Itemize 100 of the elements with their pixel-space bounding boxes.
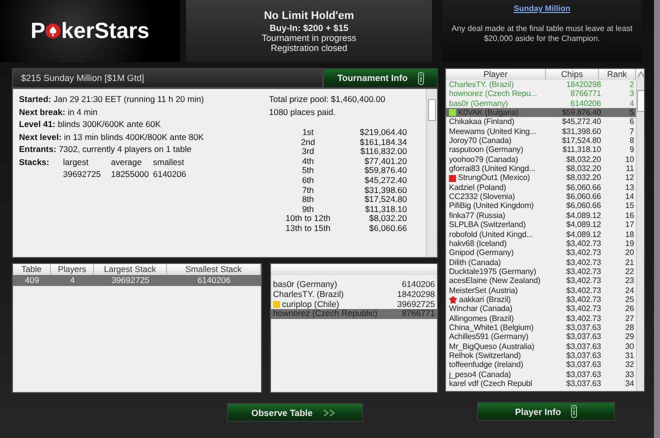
- prize-place: 9th: [302, 204, 314, 214]
- prize-amount: $219,064.40: [358, 128, 407, 138]
- column-header[interactable]: Chips: [546, 69, 599, 80]
- registration-status: Registration closed: [270, 42, 348, 52]
- player-row[interactable]: j_peso4 (Canada) $3,037.63 33: [446, 370, 636, 379]
- player-rank: 23: [624, 276, 635, 286]
- player-rank: 28: [624, 322, 635, 332]
- player-row[interactable]: PifiBig (United Kingdom) $6,060.66 15: [446, 201, 636, 211]
- prize-amount: $31,398.60: [363, 186, 407, 196]
- player-chips: 8766771: [554, 89, 604, 99]
- player-row[interactable]: Meewams (United King... $31,398.60 7: [446, 126, 636, 136]
- player-rank: 19: [624, 238, 635, 248]
- prize-place: 3rd: [300, 147, 316, 157]
- stack-heading: average: [111, 156, 143, 168]
- player-row[interactable]: robofold (United Kingd... $4,089.12 18: [446, 230, 636, 239]
- player-row[interactable]: Achilles591 (Germany) $3,037.63 29: [446, 332, 636, 342]
- prize-amount: $77,401.20: [363, 156, 407, 166]
- player-chips: $3,037.63: [554, 342, 604, 351]
- player-rank: 31: [624, 350, 635, 360]
- player-rank: 11: [624, 164, 635, 174]
- player-rank: 20: [624, 248, 635, 258]
- player-row[interactable]: acesElaine (New Zealand) $3,402.73 23: [446, 276, 636, 286]
- player-row[interactable]: Kadziel (Poland) $6,060.66 13: [446, 182, 636, 192]
- prize-amount: $8,032.20: [369, 214, 407, 224]
- player-row[interactable]: Mr_BigQueso (Australia) $3,037.63 30: [446, 342, 636, 351]
- player-row[interactable]: yoohoo79 (Canada) $8,032.20 10: [446, 154, 636, 164]
- player-row[interactable]: China_White1 (Belgium) $3,037.63 28: [446, 322, 636, 332]
- tournament-link[interactable]: Sunday Million: [514, 4, 570, 14]
- player-row[interactable]: Winchar (Canada) $3,402.73 26: [446, 304, 636, 314]
- player-row[interactable]: MeisterSet (Austria) $3,402.73 24: [446, 286, 636, 295]
- player-name: PifiBig (United Kingdom): [449, 201, 534, 211]
- player-row[interactable]: gforrai83 (United Kingd... $8,032.20 11: [446, 164, 636, 174]
- column-header[interactable]: Player: [446, 69, 546, 80]
- info-icon: [571, 405, 577, 418]
- player-row[interactable]: Gnipod (Germany) $3,402.73 20: [446, 248, 636, 258]
- player-row[interactable]: SLPLBA (Switzerland) $4,089.12 17: [446, 220, 636, 230]
- player-chips: $3,402.73: [554, 276, 604, 286]
- player-chips: $6,060.66: [554, 201, 604, 211]
- tournament-info-button[interactable]: Tournament Info: [323, 68, 438, 88]
- player-name: Winchar (Canada): [449, 304, 512, 314]
- prize-amount: $45,272.40: [363, 176, 407, 186]
- player-info-button[interactable]: Player Info: [477, 402, 615, 421]
- table-player-row[interactable]: curiplop (Chile) 39692725: [271, 300, 437, 310]
- scrollbar[interactable]: [426, 89, 437, 257]
- player-row[interactable]: hakv68 (Iceland) $3,402.73 19: [446, 238, 636, 248]
- observe-table-button[interactable]: Observe Table: [227, 403, 363, 422]
- player-row[interactable]: Relhok (Switzerland) $3,037.63 31: [446, 350, 636, 360]
- player-name: yoohoo79 (Canada): [449, 154, 518, 164]
- player-rank: 8: [628, 136, 635, 146]
- scrollbar[interactable]: [636, 80, 644, 391]
- player-row[interactable]: rasputoon (Germany) $11,318.10 9: [446, 145, 636, 155]
- logo: P kerStars: [0, 0, 180, 62]
- player-row[interactable]: Dilith (Canada) $3,402.73 21: [446, 258, 636, 267]
- player-rank: 25: [624, 294, 635, 304]
- table-player-row[interactable]: bas0r (Germany) 6140206: [271, 280, 437, 290]
- player-row[interactable]: StrungOut1 (Mexico) $8,032.20 12: [446, 173, 636, 183]
- player-name: Dilith (Canada): [449, 258, 501, 267]
- table-player-row[interactable]: CharlesTY. (Brazil) 18420298: [271, 290, 437, 300]
- prize-place: 7th: [301, 186, 315, 196]
- player-row[interactable]: aakkari (Brazil) $3,402.73 25: [446, 294, 636, 304]
- player-name: SLPLBA (Switzerland): [449, 220, 526, 230]
- player-name: CharlesTY. (Brazil): [273, 290, 344, 300]
- player-chips: $3,402.73: [554, 304, 604, 314]
- club-badge-icon: [449, 296, 457, 304]
- player-rank: 5: [628, 108, 635, 118]
- prize-place: 13th to 15th: [284, 224, 332, 234]
- player-name: bas0r (Germany): [449, 98, 508, 108]
- player-row[interactable]: Ducktale1975 (Germany) $3,402.73 22: [446, 266, 636, 276]
- player-row[interactable]: toffeenfudge (Ireland) $3,037.63 32: [446, 360, 636, 370]
- prize-amount: $17,524.80: [363, 195, 407, 205]
- player-row[interactable]: finka77 (Russia) $4,089.12 16: [446, 210, 636, 220]
- player-chips: 39692725: [397, 300, 435, 310]
- info-line: Entrants: 7302, currently 4 players on 1 table: [19, 143, 192, 156]
- prize-place: 8th: [301, 195, 315, 205]
- player-row[interactable]: Chikakaa (Finland) $45,272.40 6: [446, 117, 636, 127]
- player-rank: 13: [624, 182, 635, 192]
- player-row[interactable]: Joroy70 (Canada) $17,524.80 8: [446, 136, 636, 146]
- player-chips: $3,402.73: [554, 238, 604, 248]
- table-row[interactable]: 409 4 39692725 6140206: [13, 275, 261, 286]
- player-name: Allingomes (Brazil): [449, 314, 514, 323]
- player-rank: 18: [624, 230, 635, 239]
- game-title: No Limit Hold'em: [264, 10, 354, 22]
- stack-heading: smallest: [153, 156, 186, 168]
- player-row[interactable]: CC2332 (Slovenia) $6,060.66 14: [446, 192, 636, 202]
- player-name: rasputoon (Germany): [449, 145, 524, 155]
- player-name: robofold (United Kingd...: [449, 230, 533, 239]
- player-chips: $3,402.73: [554, 294, 604, 304]
- player-name: toffeenfudge (Ireland): [449, 360, 524, 370]
- player-rank: 29: [624, 332, 635, 342]
- player-name: bas0r (Germany): [273, 280, 338, 290]
- player-rank: 6: [628, 117, 635, 127]
- player-row[interactable]: karel vdf (Czech Republ $3,037.63 34: [446, 379, 636, 388]
- player-name: hownorez (Czech Republic): [273, 309, 378, 320]
- player-chips: 8766771: [402, 309, 435, 320]
- sort-icon: [636, 69, 644, 80]
- player-name: aakkari (Brazil): [459, 294, 511, 304]
- column-header[interactable]: Rank: [599, 69, 636, 80]
- player-row[interactable]: Allingomes (Brazil) $3,402.73 27: [446, 314, 636, 323]
- prize-amount: $11,318.10: [364, 204, 407, 214]
- prize-amount: $116,832.00: [359, 147, 407, 157]
